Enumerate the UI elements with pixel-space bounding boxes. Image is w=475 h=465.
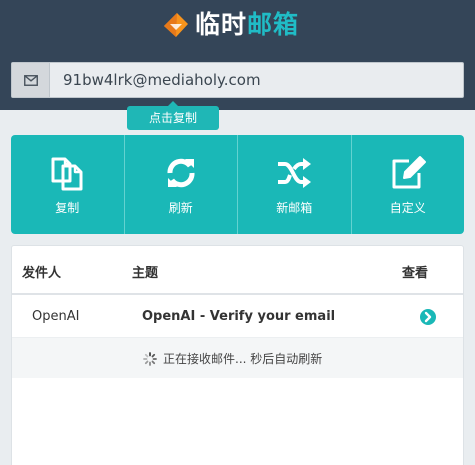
- edit-icon: [389, 155, 427, 191]
- column-header-subject: 主题: [132, 266, 159, 281]
- table-row[interactable]: OpenAI OpenAI - Verify your email: [12, 296, 463, 338]
- paper-plane-icon: [164, 13, 188, 37]
- receiving-status-bar: 正在接收邮件... 秒后自动刷新: [12, 338, 463, 378]
- brand-name: 临时邮箱: [195, 7, 299, 43]
- refresh-icon: [164, 155, 198, 191]
- receiving-status-text: 正在接收邮件... 秒后自动刷新: [163, 352, 323, 366]
- inbox-table-header: 发件人 主题 查看: [12, 246, 463, 295]
- email-address-field[interactable]: [50, 63, 463, 97]
- shuffle-icon: [276, 155, 312, 191]
- column-header-view: 查看: [402, 266, 429, 281]
- brand-name-part2: 邮箱: [247, 10, 300, 39]
- inbox-panel: 发件人 主题 查看 OpenAI OpenAI - Verify your em…: [11, 245, 464, 465]
- brand-name-part1: 临时: [195, 10, 248, 39]
- copy-button-label: 复制: [55, 201, 80, 215]
- message-subject[interactable]: OpenAI - Verify your email: [142, 309, 335, 324]
- new-mailbox-button[interactable]: 新邮箱: [238, 135, 352, 234]
- loading-spinner-icon: [143, 352, 157, 369]
- new-mailbox-button-label: 新邮箱: [276, 201, 313, 215]
- logo[interactable]: 临时邮箱: [163, 7, 299, 43]
- refresh-button[interactable]: 刷新: [125, 135, 238, 234]
- custom-button[interactable]: 自定义: [352, 135, 465, 234]
- refresh-button-label: 刷新: [168, 201, 193, 215]
- copy-icon: [49, 155, 85, 191]
- action-toolbar: 复制 刷新 新邮箱 自定义: [11, 135, 464, 234]
- message-sender: OpenAI: [32, 309, 80, 324]
- copy-tooltip[interactable]: 点击复制: [127, 101, 219, 130]
- custom-button-label: 自定义: [389, 201, 426, 215]
- view-message-icon[interactable]: [419, 308, 437, 326]
- email-address-bar: [11, 62, 464, 98]
- column-header-sender: 发件人: [22, 266, 62, 281]
- header: 临时邮箱: [0, 0, 475, 110]
- envelope-icon: [12, 63, 50, 97]
- copy-button[interactable]: 复制: [11, 135, 125, 234]
